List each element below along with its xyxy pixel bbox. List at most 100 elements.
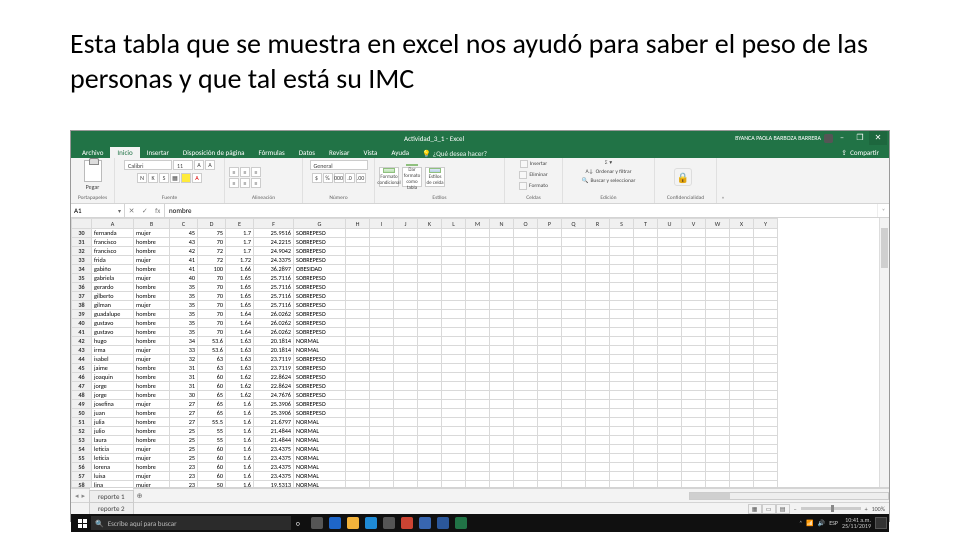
cell[interactable]: hombre: [134, 418, 170, 427]
cell[interactable]: 50: [198, 481, 226, 489]
cell[interactable]: [754, 391, 778, 400]
zoom-slider[interactable]: [801, 507, 861, 510]
row-header[interactable]: 54: [72, 445, 92, 454]
cell[interactable]: 60: [198, 382, 226, 391]
cell[interactable]: [730, 247, 754, 256]
cell[interactable]: [658, 472, 682, 481]
cell[interactable]: NORMAL: [294, 337, 346, 346]
column-header[interactable]: H: [346, 219, 370, 229]
cell[interactable]: 23.7119: [254, 355, 294, 364]
cell[interactable]: [394, 373, 418, 382]
cell[interactable]: [418, 472, 442, 481]
cell[interactable]: 1.62: [226, 391, 254, 400]
cell[interactable]: [370, 337, 394, 346]
cell[interactable]: [682, 481, 706, 489]
cell[interactable]: [754, 319, 778, 328]
column-header[interactable]: L: [442, 219, 466, 229]
cell[interactable]: [394, 247, 418, 256]
cell[interactable]: [706, 301, 730, 310]
cell[interactable]: [442, 418, 466, 427]
notifications-icon[interactable]: [875, 517, 887, 529]
cell[interactable]: [442, 463, 466, 472]
cell[interactable]: [514, 283, 538, 292]
cell[interactable]: [658, 445, 682, 454]
delete-cells-button[interactable]: Eliminar: [519, 171, 547, 179]
cell[interactable]: [394, 229, 418, 238]
cell[interactable]: [706, 373, 730, 382]
cell[interactable]: [634, 310, 658, 319]
cell[interactable]: [394, 400, 418, 409]
cell[interactable]: 24.9042: [254, 247, 294, 256]
excel-icon[interactable]: [455, 517, 467, 529]
decrease-decimal-button[interactable]: .0: [345, 173, 355, 183]
cell[interactable]: 1.6: [226, 436, 254, 445]
cell[interactable]: NORMAL: [294, 445, 346, 454]
cell[interactable]: hombre: [134, 463, 170, 472]
cell[interactable]: [346, 364, 370, 373]
cell[interactable]: [730, 301, 754, 310]
column-header[interactable]: M: [466, 219, 490, 229]
cell[interactable]: [706, 409, 730, 418]
cell[interactable]: 1.6: [226, 400, 254, 409]
cell[interactable]: [682, 256, 706, 265]
cell[interactable]: 23.4375: [254, 463, 294, 472]
cell[interactable]: 1.65: [226, 283, 254, 292]
cell[interactable]: 20.1814: [254, 337, 294, 346]
cell[interactable]: [466, 400, 490, 409]
cell[interactable]: [418, 301, 442, 310]
cell[interactable]: [562, 247, 586, 256]
cell[interactable]: [466, 355, 490, 364]
cell[interactable]: [562, 427, 586, 436]
cell[interactable]: [562, 400, 586, 409]
cell[interactable]: 1.6: [226, 454, 254, 463]
cell[interactable]: 35: [170, 283, 198, 292]
cell[interactable]: [418, 454, 442, 463]
cell[interactable]: [586, 265, 610, 274]
cell[interactable]: [730, 445, 754, 454]
cell[interactable]: [658, 337, 682, 346]
network-icon[interactable]: 📶: [806, 519, 813, 527]
cell[interactable]: SOBREPESO: [294, 274, 346, 283]
cell[interactable]: [658, 373, 682, 382]
cell[interactable]: hombre: [134, 292, 170, 301]
cell[interactable]: [682, 472, 706, 481]
cell[interactable]: [490, 418, 514, 427]
cell[interactable]: [706, 382, 730, 391]
cell[interactable]: [586, 310, 610, 319]
cell[interactable]: [538, 427, 562, 436]
close-button[interactable]: ✕: [869, 131, 887, 145]
cell[interactable]: [418, 391, 442, 400]
cell[interactable]: [418, 229, 442, 238]
cell[interactable]: [634, 364, 658, 373]
paste-icon[interactable]: [84, 160, 102, 182]
cell[interactable]: [754, 481, 778, 489]
cell[interactable]: [658, 454, 682, 463]
cell[interactable]: [538, 247, 562, 256]
cell[interactable]: [370, 292, 394, 301]
cell[interactable]: [442, 265, 466, 274]
cell[interactable]: [490, 427, 514, 436]
row-header[interactable]: 35: [72, 274, 92, 283]
cell[interactable]: [442, 445, 466, 454]
cell[interactable]: [562, 265, 586, 274]
fx-button[interactable]: fx: [155, 206, 160, 215]
cell[interactable]: 1.64: [226, 328, 254, 337]
cell[interactable]: [730, 337, 754, 346]
row-header[interactable]: 37: [72, 292, 92, 301]
cell[interactable]: [466, 274, 490, 283]
collapse-ribbon-button[interactable]: ˄: [717, 158, 729, 203]
cell[interactable]: [658, 229, 682, 238]
cell[interactable]: [538, 463, 562, 472]
cell[interactable]: [490, 472, 514, 481]
cell[interactable]: 40: [170, 274, 198, 283]
sheet-nav-prev[interactable]: ◂: [75, 491, 79, 500]
cell[interactable]: [586, 238, 610, 247]
cell[interactable]: [658, 364, 682, 373]
cell[interactable]: 27: [170, 418, 198, 427]
cell[interactable]: [490, 481, 514, 489]
column-header[interactable]: A: [92, 219, 134, 229]
explorer-icon[interactable]: [347, 517, 359, 529]
cell[interactable]: [394, 409, 418, 418]
cell[interactable]: [538, 292, 562, 301]
cell[interactable]: 23.4375: [254, 472, 294, 481]
